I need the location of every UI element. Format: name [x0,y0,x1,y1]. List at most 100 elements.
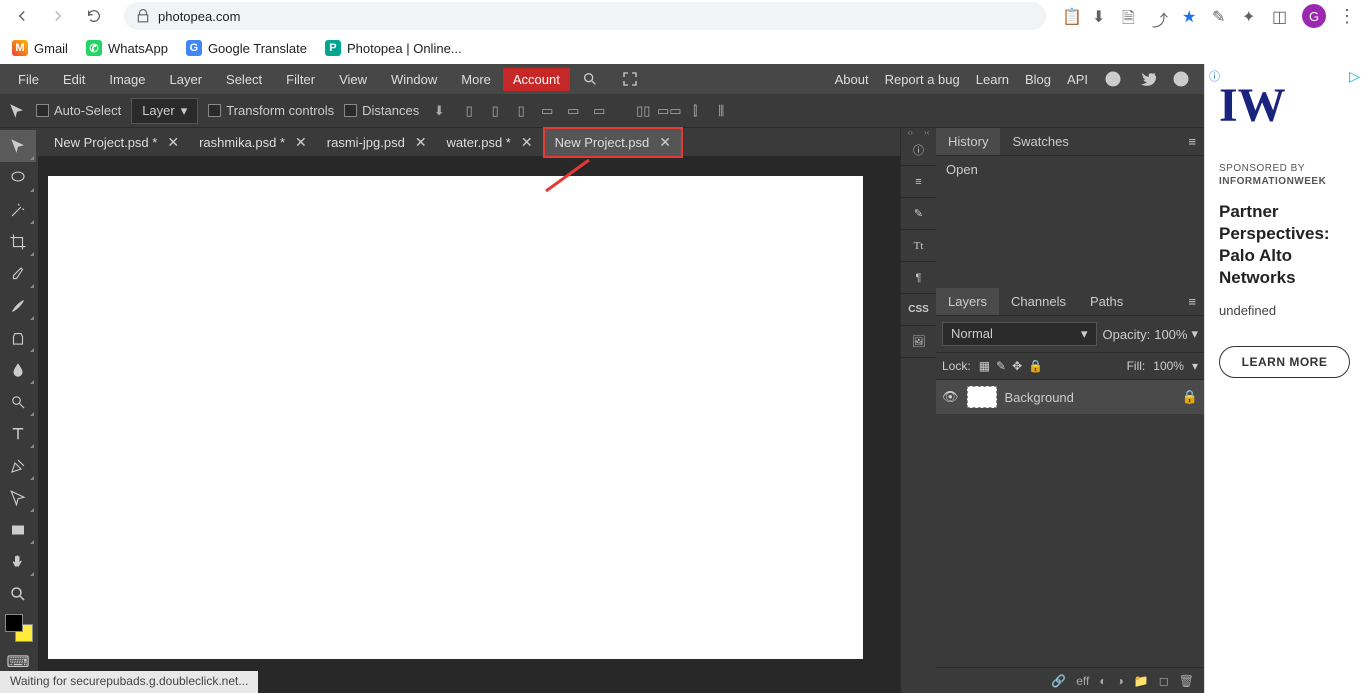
link-blog[interactable]: Blog [1025,72,1051,87]
transform-controls-checkbox[interactable]: Transform controls [208,103,334,118]
zoom-tool[interactable] [0,578,36,610]
menu-more[interactable]: More [449,66,503,93]
paragraph-panel-icon[interactable]: ¶ [901,262,936,294]
adchoices-icon[interactable]: ▷ [1349,68,1360,85]
link-api[interactable]: API [1067,72,1088,87]
auto-select-target[interactable]: Layer▾ [131,98,198,124]
document-tab[interactable]: water.psd *✕ [437,129,543,156]
download-icon[interactable]: ⬇ [1092,7,1110,25]
css-panel-icon[interactable]: CSS [901,294,936,326]
menu-filter[interactable]: Filter [274,66,327,93]
layer-mask-icon[interactable]: ◐ [1099,674,1106,688]
align-center-h-icon[interactable]: ▯ [485,101,505,121]
link-about[interactable]: About [835,72,869,87]
sidepanel-icon[interactable]: ◫ [1272,7,1290,25]
chevron-down-icon[interactable]: ▾ [1192,359,1198,373]
ad-headline[interactable]: Partner Perspectives: Palo Alto Networks [1219,201,1350,289]
type-tool[interactable] [0,418,36,450]
delete-layer-icon[interactable]: 🗑 [1179,674,1194,688]
adjustments-panel-icon[interactable]: ≡ [901,166,936,198]
document-icon[interactable]: 🗎 [1122,7,1140,25]
ad-info-icon[interactable]: ⓘ [1209,68,1220,84]
eyedropper-tool[interactable] [0,258,36,290]
menu-select[interactable]: Select [214,66,274,93]
document-tab-active[interactable]: New Project.psd✕ [543,127,683,158]
search-icon[interactable] [570,65,610,93]
bookmark-whatsapp[interactable]: ✆WhatsApp [86,40,168,56]
profile-avatar[interactable]: G [1302,4,1326,28]
pen-tool[interactable] [0,450,36,482]
blur-tool[interactable] [0,354,36,386]
link-report-bug[interactable]: Report a bug [885,72,960,87]
close-icon[interactable]: ✕ [415,134,427,151]
reload-button[interactable] [80,2,108,30]
canvas-area[interactable] [38,156,900,693]
dodge-tool[interactable] [0,386,36,418]
path-select-tool[interactable] [0,482,36,514]
bookmark-photopea[interactable]: PPhotopea | Online... [325,40,462,56]
back-button[interactable] [8,2,36,30]
bookmark-star-icon[interactable]: ★ [1182,7,1200,25]
document-tab[interactable]: rashmika.psd *✕ [189,129,317,156]
layer-effects-icon[interactable]: eff [1076,674,1089,688]
ad-cta-button[interactable]: LEARN MORE [1219,346,1350,378]
close-icon[interactable]: ✕ [659,134,671,151]
distribute-v-icon[interactable]: ▭▭ [659,101,679,121]
menu-edit[interactable]: Edit [51,66,97,93]
align-left-icon[interactable]: ▯ [459,101,479,121]
account-button[interactable]: Account [503,68,570,91]
align-top-icon[interactable]: ▭ [537,101,557,121]
menu-view[interactable]: View [327,66,379,93]
address-bar[interactable]: photopea.com [124,2,1046,30]
menu-window[interactable]: Window [379,66,449,93]
bookmark-translate[interactable]: GGoogle Translate [186,40,307,56]
lock-transparent-icon[interactable]: ▦ [979,359,990,373]
align-center-v-icon[interactable]: ▭ [563,101,583,121]
lock-pixels-icon[interactable]: ✎ [996,359,1006,373]
link-learn[interactable]: Learn [976,72,1009,87]
lock-all-icon[interactable]: 🔒 [1028,359,1043,373]
tab-history[interactable]: History [936,128,1000,155]
align-bottom-icon[interactable]: ▭ [589,101,609,121]
info-panel-icon[interactable]: ⓘ [901,134,936,166]
bookmark-gmail[interactable]: MGmail [12,40,68,56]
lasso-tool[interactable] [0,162,36,194]
eyedropper-extension-icon[interactable]: ✎ [1212,7,1230,25]
clone-stamp-tool[interactable] [0,322,36,354]
document-tab[interactable]: New Project.psd *✕ [44,129,189,156]
distances-checkbox[interactable]: Distances [344,103,419,118]
character-panel-icon[interactable]: Tt [901,230,936,262]
clipboard-icon[interactable]: 📋 [1062,7,1080,25]
panel-menu-icon[interactable]: ≡ [1180,130,1204,153]
close-icon[interactable]: ✕ [167,134,179,151]
link-layers-icon[interactable]: 🔗 [1051,674,1066,688]
align-right-icon[interactable]: ▯ [511,101,531,121]
twitter-icon[interactable] [1138,70,1156,88]
share-icon[interactable]: ⤴ [1152,7,1170,25]
tab-channels[interactable]: Channels [999,288,1078,315]
facebook-icon[interactable] [1172,70,1190,88]
document-tab[interactable]: rasmi-jpg.psd✕ [317,129,437,156]
tab-layers[interactable]: Layers [936,288,999,315]
menu-layer[interactable]: Layer [158,66,215,93]
download-icon[interactable]: ⬇ [429,101,449,121]
hand-tool[interactable] [0,546,36,578]
layer-name[interactable]: Background [1005,390,1074,405]
reddit-icon[interactable] [1104,70,1122,88]
auto-select-checkbox[interactable]: Auto-Select [36,103,121,118]
rectangle-tool[interactable] [0,514,36,546]
brush-panel-icon[interactable]: ✎ [901,198,936,230]
tab-swatches[interactable]: Swatches [1000,128,1080,155]
move-tool[interactable] [0,130,36,162]
distribute-spacing-v-icon[interactable]: ⫼ [711,101,731,121]
new-layer-icon[interactable]: ◻ [1159,674,1169,688]
brush-tool[interactable] [0,290,36,322]
history-item[interactable]: Open [946,162,1194,177]
color-swatches[interactable] [5,614,33,642]
tab-paths[interactable]: Paths [1078,288,1135,315]
distribute-h-icon[interactable]: ▯▯ [633,101,653,121]
blend-mode-select[interactable]: Normal▾ [942,322,1097,346]
new-folder-icon[interactable]: 📁 [1134,674,1149,688]
chevron-down-icon[interactable]: ▾ [1191,326,1198,342]
close-icon[interactable]: ✕ [295,134,307,151]
